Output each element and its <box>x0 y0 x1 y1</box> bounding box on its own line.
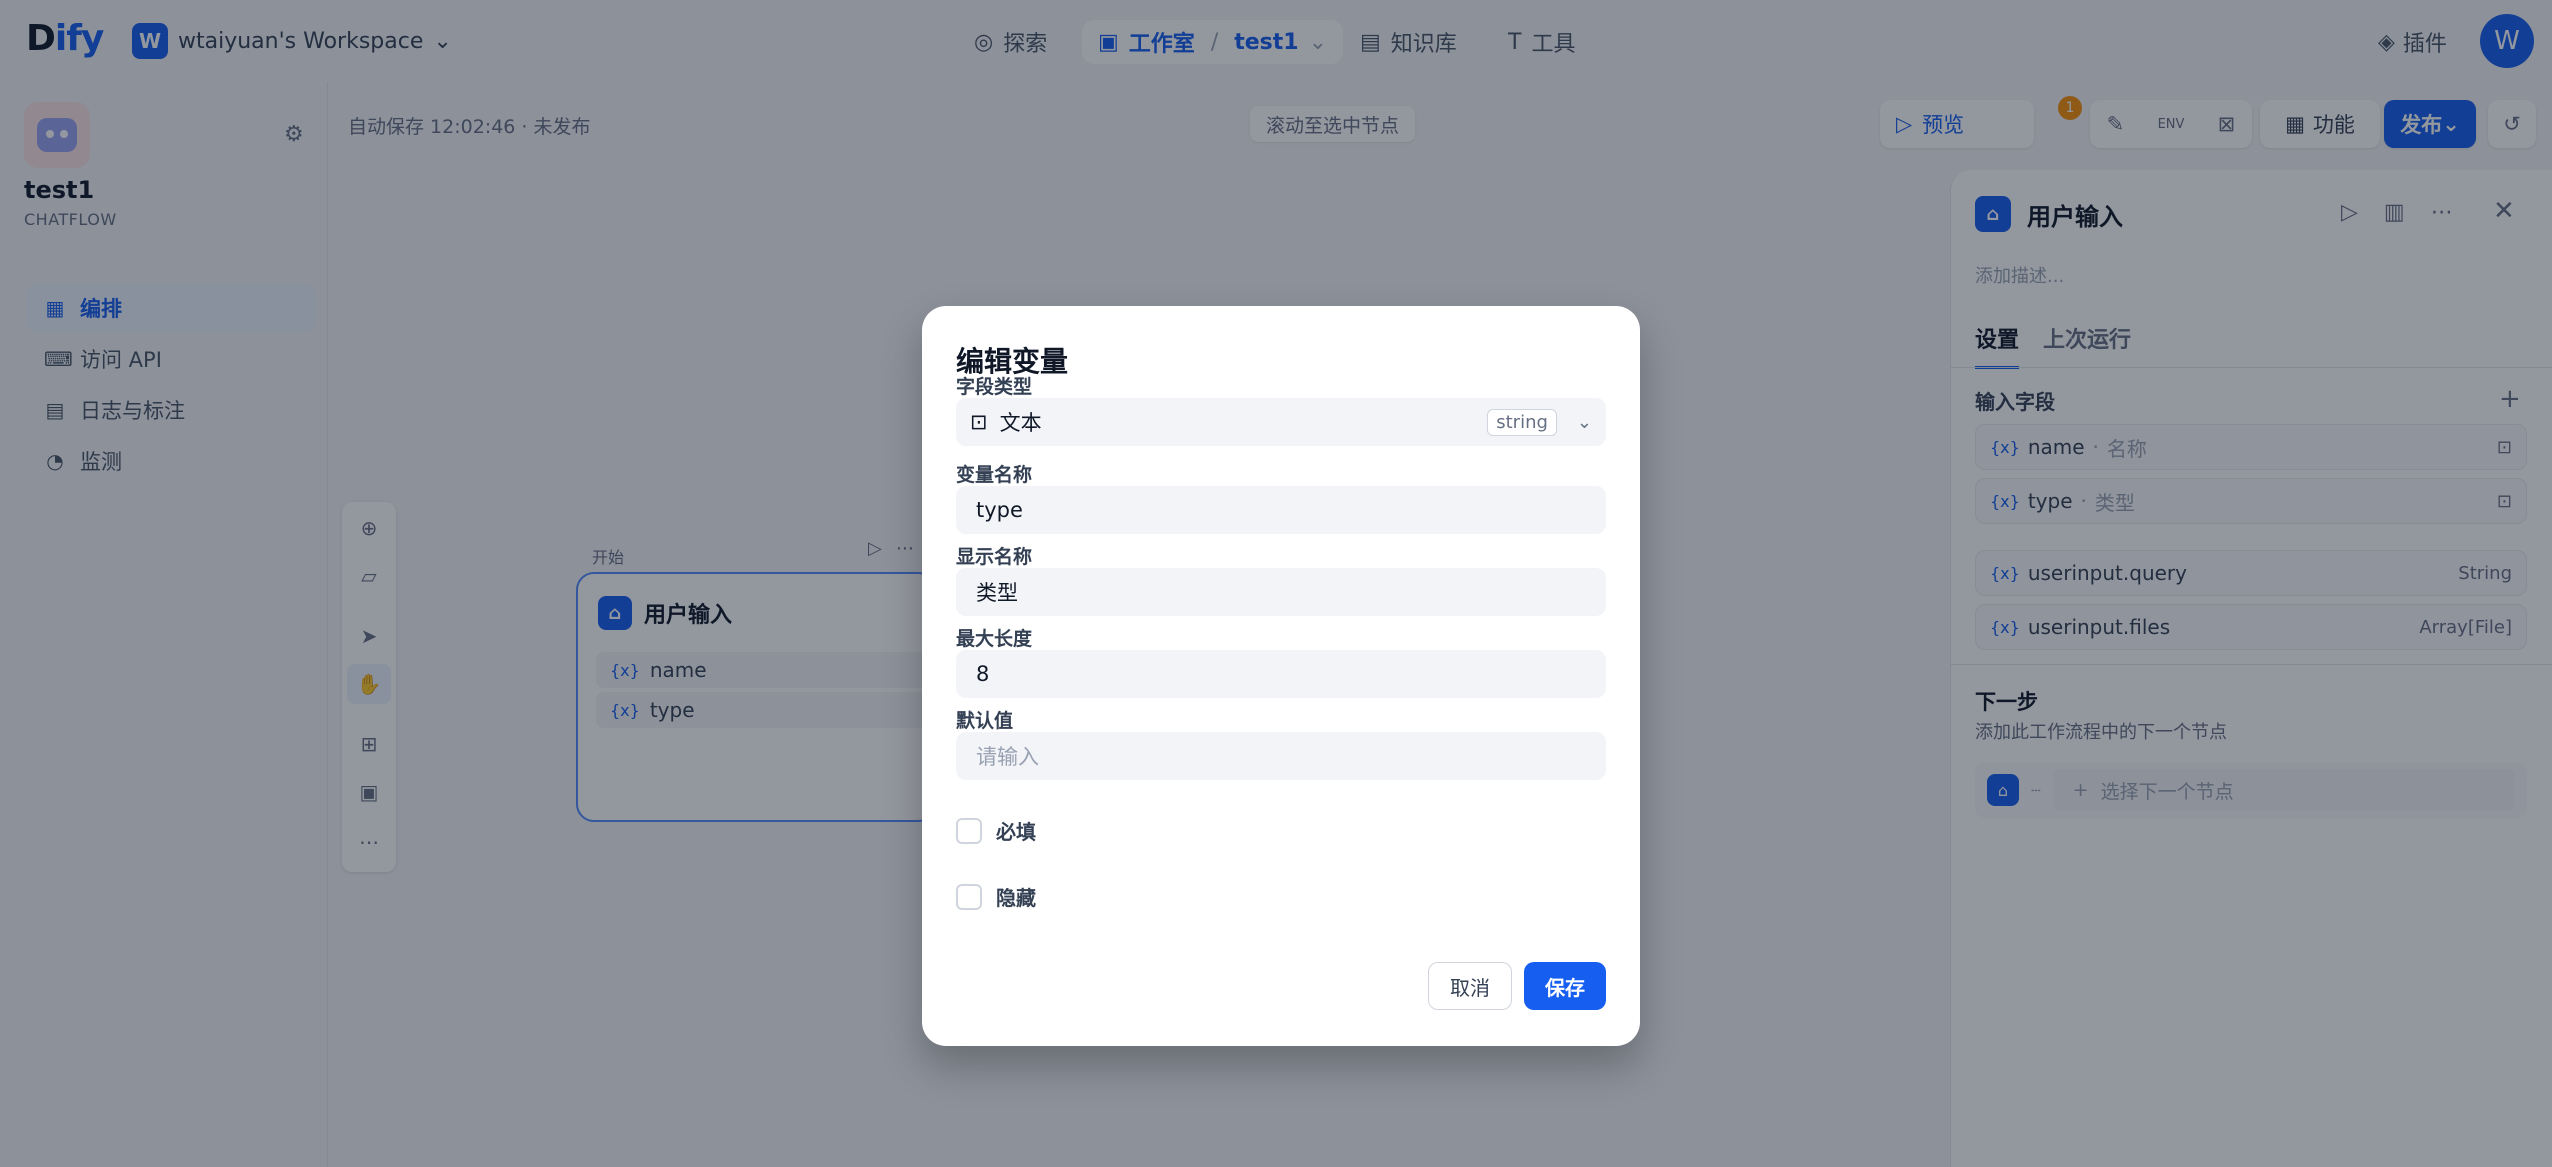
save-button[interactable]: 保存 <box>1524 962 1606 1010</box>
field-type-label: 字段类型 <box>956 376 1033 398</box>
default-value-label: 默认值 <box>956 710 1014 732</box>
variable-name-label: 变量名称 <box>956 464 1033 486</box>
default-value-input[interactable]: 请输入 <box>956 732 1606 780</box>
chevron-down-icon: ⌄ <box>1576 411 1592 433</box>
required-option[interactable]: 必填 <box>956 816 1036 845</box>
display-name-label: 显示名称 <box>956 546 1033 568</box>
text-type-icon: ⊡ <box>970 410 988 434</box>
field-type-tag: string <box>1487 408 1557 436</box>
hidden-label: 隐藏 <box>996 886 1036 910</box>
required-label: 必填 <box>996 820 1036 844</box>
required-checkbox[interactable] <box>956 817 982 844</box>
edit-variable-dialog: 编辑变量 字段类型 ⊡ 文本 string ⌄ 变量名称 type 显示名称 类… <box>922 306 1640 1046</box>
field-type-value: 文本 <box>999 411 1042 435</box>
field-type-select[interactable]: ⊡ 文本 string ⌄ <box>956 398 1606 446</box>
hidden-option[interactable]: 隐藏 <box>956 882 1036 911</box>
display-name-input[interactable]: 类型 <box>956 568 1606 616</box>
app-root: Dify W wtaiyuan's Workspace ⌄ ◎ 探索 ▣ 工作室… <box>0 0 2552 1167</box>
hidden-checkbox[interactable] <box>956 883 982 910</box>
max-length-label: 最大长度 <box>956 628 1033 650</box>
variable-name-input[interactable]: type <box>956 486 1606 534</box>
max-length-input[interactable]: 8 <box>956 650 1606 698</box>
cancel-button[interactable]: 取消 <box>1428 962 1512 1010</box>
